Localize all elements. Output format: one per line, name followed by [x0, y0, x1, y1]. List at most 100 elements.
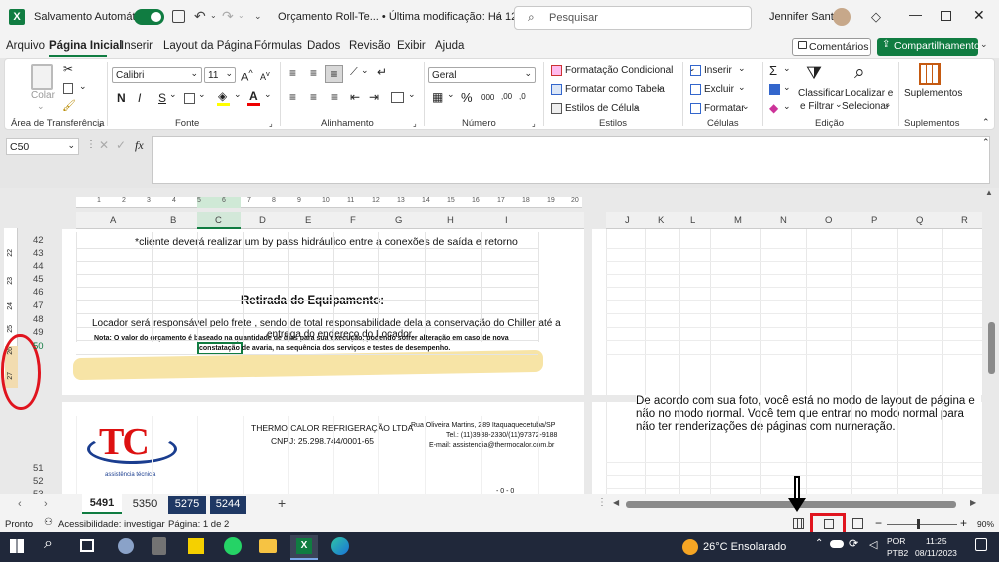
confirm-entry-icon[interactable]: ✓ [116, 138, 126, 152]
taskbar-search-icon[interactable]: ⌕ [44, 535, 53, 553]
tab-formulas[interactable]: Fórmulas [254, 40, 302, 52]
notifications-icon[interactable] [975, 538, 987, 551]
sticky-notes-icon[interactable] [188, 538, 204, 554]
zoom-slider-track[interactable] [887, 524, 957, 525]
sort-filter-label-1[interactable]: Classificar [798, 88, 844, 99]
customize-toolbar-icon[interactable]: ⌄ [254, 11, 262, 22]
sheet-tab-5244[interactable]: 5244 [210, 496, 246, 514]
volume-icon[interactable]: ◁ [869, 538, 877, 551]
column-header-D[interactable]: D [259, 215, 266, 226]
file-explorer-icon[interactable] [259, 539, 277, 553]
next-sheet-icon[interactable]: › [44, 498, 48, 510]
zoom-level[interactable]: 90% [977, 519, 994, 529]
column-header-B[interactable]: B [170, 215, 176, 226]
column-header-H[interactable]: H [447, 215, 454, 226]
avatar[interactable] [833, 8, 851, 26]
copy-dropdown-icon[interactable]: ⌄ [79, 81, 87, 92]
percent-icon[interactable]: % [461, 90, 473, 105]
autosave-toggle[interactable] [134, 9, 164, 25]
grow-font-icon[interactable]: A^ [241, 68, 253, 84]
column-header-E[interactable]: E [305, 215, 311, 226]
more-options-icon[interactable]: ⋮ [86, 139, 96, 150]
copy-icon[interactable] [63, 83, 73, 94]
find-select-label-1[interactable]: Localizar e [845, 88, 893, 99]
redo-dropdown-icon[interactable]: ⌄ [238, 11, 245, 20]
paste-icon[interactable] [31, 64, 53, 90]
chevron-down-icon[interactable]: ⌄ [884, 99, 892, 110]
wrap-text-icon[interactable]: ↵ [377, 65, 387, 79]
premium-diamond-icon[interactable]: ◇ [871, 9, 881, 25]
formula-input[interactable] [152, 136, 990, 184]
sheet-tab-5350[interactable]: 5350 [126, 496, 164, 514]
edge-icon[interactable] [331, 537, 349, 555]
tab-exibir[interactable]: Exibir [397, 40, 426, 52]
hscroll-left-icon[interactable]: ◀ [613, 498, 619, 507]
redo-icon[interactable]: ↷ [222, 8, 234, 25]
scroll-up-icon[interactable]: ▲ [985, 188, 993, 197]
tab-inserir[interactable]: Inserir [121, 40, 153, 52]
row-header-48[interactable]: 48 [33, 314, 44, 325]
chevron-down-icon[interactable]: ⌄ [656, 82, 664, 93]
cell-nota-line2[interactable]: constatação de avaria, na sequência dos … [199, 345, 450, 352]
fill-icon[interactable] [769, 84, 780, 95]
calculator-icon[interactable] [152, 537, 166, 555]
increase-decimal-icon[interactable]: ,00 [501, 92, 512, 101]
underline-dropdown-icon[interactable]: ⌄ [169, 89, 177, 100]
font-color-icon[interactable]: A [249, 89, 258, 103]
column-header-J[interactable]: J [625, 215, 630, 226]
page-break-view-icon[interactable] [852, 518, 863, 529]
row-header-42[interactable]: 42 [33, 235, 44, 246]
cancel-entry-icon[interactable]: ✕ [99, 138, 109, 152]
tab-ajuda[interactable]: Ajuda [435, 40, 464, 52]
column-header-Q[interactable]: Q [916, 215, 923, 226]
column-header-F[interactable]: F [350, 215, 356, 226]
orientation-icon[interactable]: ⟋ [350, 66, 358, 79]
undo-icon[interactable]: ↶ [194, 8, 206, 25]
bold-button[interactable]: N [117, 91, 126, 105]
undo-dropdown-icon[interactable]: ⌄ [210, 11, 217, 20]
column-header-I[interactable]: I [505, 215, 508, 226]
column-header-P[interactable]: P [871, 215, 877, 226]
row-header-49[interactable]: 49 [33, 327, 44, 338]
clear-dropdown-icon[interactable]: ⌄ [783, 101, 791, 112]
font-size-select[interactable]: 11 ⌄ [204, 67, 236, 83]
column-header-K[interactable]: K [658, 215, 664, 226]
row-header-46[interactable]: 46 [33, 287, 44, 298]
language-top[interactable]: POR [887, 536, 905, 546]
format-painter-icon[interactable]: 🖌 [62, 99, 76, 112]
cell-styles-icon[interactable] [551, 103, 562, 114]
chevron-down-icon[interactable]: ⌄ [633, 101, 641, 112]
row-header-52[interactable]: 52 [33, 476, 44, 487]
column-header-N[interactable]: N [780, 215, 787, 226]
tab-pagina-inicial[interactable]: Página Inicial [49, 40, 123, 52]
windows-start-icon[interactable] [10, 539, 24, 553]
cell-retirada-heading[interactable]: Retirada do Equipamento: [241, 295, 384, 307]
paste-label[interactable]: Colar [31, 90, 55, 101]
clipboard-launcher-icon[interactable]: ⌟ [98, 119, 102, 128]
insert-cells-button[interactable]: Inserir [704, 65, 732, 76]
cell-bypass-note[interactable]: *cliente deverá realizar um by pass hidr… [135, 236, 518, 248]
autosum-icon[interactable]: Σ [769, 63, 777, 78]
align-center-icon[interactable]: ≡ [310, 90, 317, 104]
onedrive-icon[interactable] [830, 540, 844, 548]
expand-formula-icon[interactable]: ⌃ [982, 137, 990, 148]
normal-view-icon[interactable] [793, 518, 804, 529]
whatsapp-icon[interactable] [224, 537, 242, 555]
row-header-45[interactable]: 45 [33, 274, 44, 285]
clock-time[interactable]: 11:25 [926, 536, 947, 546]
zoom-out-icon[interactable]: − [875, 516, 882, 530]
conditional-format-icon[interactable] [551, 65, 562, 76]
vertical-scrollbar-thumb[interactable] [988, 322, 995, 374]
column-header-G[interactable]: G [395, 215, 402, 226]
zoom-slider-thumb[interactable] [917, 519, 920, 529]
save-icon[interactable] [172, 10, 185, 23]
increase-indent-icon[interactable]: ⇥ [369, 90, 379, 104]
conditional-format-button[interactable]: Formatação Condicional [565, 65, 673, 76]
shrink-font-icon[interactable]: Av [260, 69, 270, 82]
decrease-decimal-icon[interactable]: ,0 [519, 92, 526, 101]
font-launcher-icon[interactable]: ⌟ [269, 119, 273, 128]
insert-function-icon[interactable]: fx [135, 138, 144, 153]
task-view-icon[interactable] [80, 539, 94, 552]
align-middle-icon[interactable]: ≡ [310, 66, 317, 80]
format-cells-button[interactable]: Formatar [704, 103, 745, 114]
